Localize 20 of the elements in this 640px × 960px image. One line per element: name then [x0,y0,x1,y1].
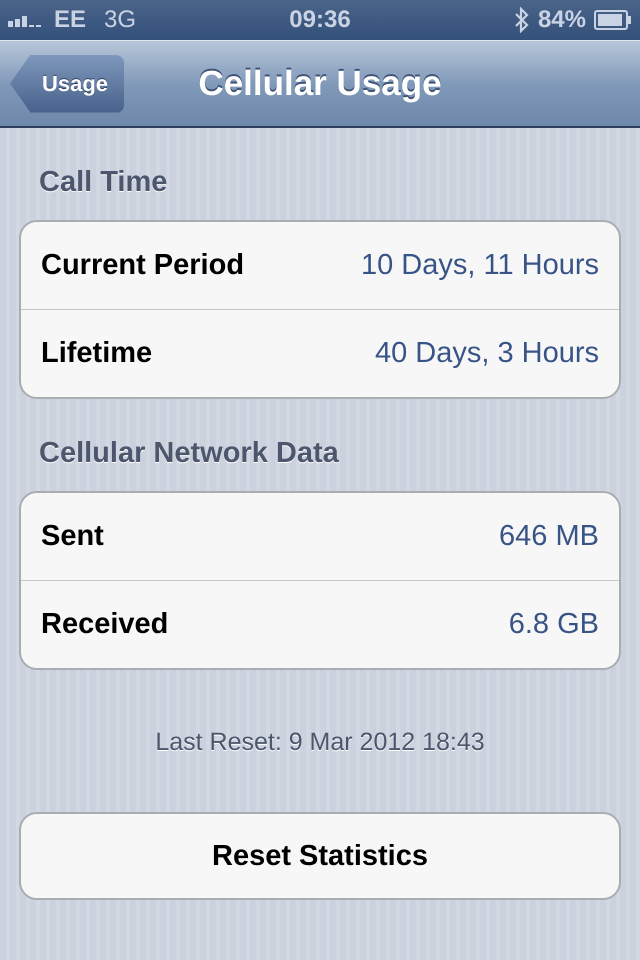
row-label: Current Period [41,249,244,282]
carrier-name: EE [54,6,86,34]
screen-title: Cellular Usage [198,64,442,104]
battery-percent: 84% [538,6,586,34]
reset-statistics-button[interactable]: Reset Statistics [19,812,621,900]
row-label: Lifetime [41,337,152,370]
network-type: 3G [104,6,136,34]
bluetooth-icon [514,7,530,33]
clock: 09:36 [289,6,351,34]
row-value: 40 Days, 3 Hours [374,337,599,370]
row-value: 646 MB [499,520,599,553]
last-reset-text: Last Reset: 9 Mar 2012 18:43 [154,728,486,757]
section-header: Call Time [39,166,168,200]
back-button[interactable]: Usage [10,54,124,112]
row-label: Sent [41,520,104,553]
row-value: 10 Days, 11 Hours [360,249,599,282]
row-label: Received [41,608,168,641]
row-value: 6.8 GB [508,608,599,641]
battery-icon [594,10,632,30]
section-header: Cellular Network Data [39,437,340,471]
